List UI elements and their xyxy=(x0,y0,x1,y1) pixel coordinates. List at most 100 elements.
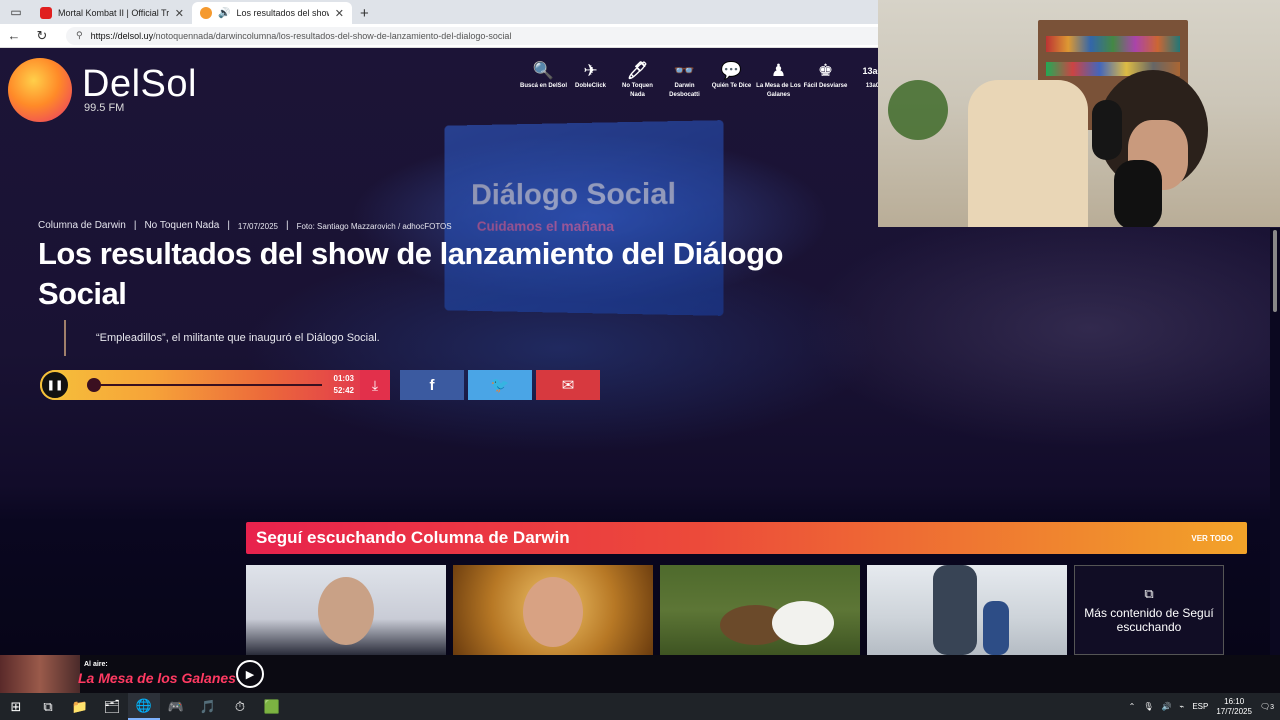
minecraft-icon[interactable]: 🟩 xyxy=(256,693,288,720)
tab-mortal-kombat[interactable]: Mortal Kombat II | Official Trailer ✕ xyxy=(32,2,192,24)
notifications-icon[interactable]: 🗨3 xyxy=(1260,702,1274,711)
meta-separator: | xyxy=(133,220,137,231)
top-navigation: 🔍 Buscá en DelSol ✈ DobleClick 🖊 No Toquen … xyxy=(520,60,896,100)
article-title: Los resultados del show de lanzamiento d… xyxy=(38,236,783,311)
external-link-icon: ⧉ xyxy=(1144,586,1154,601)
files-icon[interactable]: 🗂 xyxy=(96,693,128,720)
clock-date: 17/7/2025 xyxy=(1216,706,1252,716)
obs-icon[interactable]: ⏱ xyxy=(224,693,256,720)
mic-icon[interactable]: 🎙 xyxy=(1143,702,1153,711)
audio-icon[interactable]: 🔊 xyxy=(218,8,230,19)
reload-icon[interactable]: ↻ xyxy=(28,28,56,44)
nav-label: No Toquen Nada xyxy=(622,83,653,98)
youtube-icon xyxy=(40,7,52,19)
nav-quien-te-dice[interactable]: 💬 Quién Te Dice xyxy=(708,60,755,100)
meta-program[interactable]: No Toquen Nada xyxy=(144,220,219,233)
volume-icon[interactable]: 🔊 xyxy=(1162,702,1172,711)
gem-icon: ♚ xyxy=(817,61,834,80)
now-playing-label: Al aire: xyxy=(84,661,108,668)
tuxedo-icon: ♟ xyxy=(770,61,787,80)
notification-count: 3 xyxy=(1270,704,1274,711)
scrollbar-thumb[interactable] xyxy=(1273,230,1277,312)
elapsed-time: 01:03 xyxy=(333,374,354,383)
now-playing-title[interactable]: La Mesa de los Galanes xyxy=(78,670,236,686)
tab-title: Los resultados del show de l... xyxy=(236,8,328,18)
site-info-icon[interactable]: ⚲ xyxy=(76,30,83,41)
progress-knob[interactable] xyxy=(86,378,101,392)
download-button[interactable]: ⤓ xyxy=(360,370,390,400)
more-content-card[interactable]: ⧉ Más contenido de Seguí escuchando xyxy=(1074,565,1224,655)
nav-darwin-desbocatti[interactable]: 👓 Darwin Desbocatti xyxy=(661,60,708,100)
task-view-icon[interactable]: ⧉ xyxy=(32,693,64,720)
twitter-share-button[interactable]: 🐦 xyxy=(468,370,532,400)
nav-search[interactable]: 🔍 Buscá en DelSol xyxy=(520,60,567,100)
site-logo[interactable]: DelSol 99.5 FM xyxy=(8,58,197,122)
tab-title: Mortal Kombat II | Official Trailer xyxy=(58,8,169,18)
article-meta: Columna de Darwin | No Toquen Nada | 17/… xyxy=(38,220,452,233)
nav-la-mesa[interactable]: ♟ La Mesa de Los Galanes xyxy=(755,60,802,100)
back-icon[interactable]: ← xyxy=(0,28,28,43)
hero-screen-subtext: Cuidamos el mañana xyxy=(476,218,615,235)
paper-plane-icon: ✈ xyxy=(583,61,598,80)
total-time: 52:42 xyxy=(333,386,354,395)
logo-name: DelSol xyxy=(82,63,197,105)
nav-label: DobleClick xyxy=(574,83,606,89)
meta-separator: | xyxy=(227,220,230,231)
nav-dobleclick[interactable]: ✈ DobleClick xyxy=(567,60,614,100)
card-image xyxy=(772,601,834,645)
nav-label: Fácil Desviarse xyxy=(803,83,848,89)
new-tab-button[interactable]: + xyxy=(352,2,377,24)
discord-icon[interactable]: 🎮 xyxy=(160,693,192,720)
system-tray: ⌃ 🎙 🔊 ⌁ ESP 16:10 17/7/2025 🗨3 xyxy=(1129,693,1280,720)
card-image xyxy=(523,577,583,647)
chair xyxy=(968,80,1088,227)
see-all-link[interactable]: VER TODO xyxy=(1191,534,1233,543)
related-card[interactable] xyxy=(246,565,446,655)
edge-browser-icon[interactable]: 🌐 xyxy=(128,693,160,720)
live-play-button[interactable]: ▶ xyxy=(236,660,264,688)
close-icon[interactable]: ✕ xyxy=(175,7,184,20)
nav-label: Darwin Desbocatti xyxy=(669,83,700,98)
spotify-icon[interactable]: 🎵 xyxy=(192,693,224,720)
tab-delsol[interactable]: 🔊 Los resultados del show de l... ✕ xyxy=(192,2,352,24)
progress-bar[interactable]: ❚❚ 01:03 52:42 xyxy=(40,370,360,400)
tab-actions-icon[interactable]: ▭ xyxy=(0,0,32,24)
nav-no-toquen-nada[interactable]: 🖊 No Toquen Nada xyxy=(614,60,661,100)
related-heading: Seguí escuchando Columna de Darwin xyxy=(256,528,570,547)
facebook-share-button[interactable]: f xyxy=(400,370,464,400)
card-image xyxy=(933,565,977,655)
close-icon[interactable]: ✕ xyxy=(335,7,344,20)
windows-start-icon[interactable]: ⊞ xyxy=(0,693,32,720)
network-icon[interactable]: ⌁ xyxy=(1180,702,1185,711)
nav-label: La Mesa de Los Galanes xyxy=(756,83,801,98)
meta-section[interactable]: Columna de Darwin xyxy=(38,220,126,233)
pen-icon: 🖊 xyxy=(626,61,649,80)
card-image xyxy=(318,577,374,645)
meta-separator: | xyxy=(285,220,289,231)
clock[interactable]: 16:10 17/7/2025 xyxy=(1216,697,1252,717)
meta-date: 17/07/2025 xyxy=(237,222,278,231)
language-indicator[interactable]: ESP xyxy=(1192,702,1208,711)
search-icon: 🔍 xyxy=(532,61,555,80)
url-host: https://delsol.uy xyxy=(90,30,154,41)
url-path: /notoquennada/darwincolumna/los-resultad… xyxy=(153,30,512,41)
related-card[interactable] xyxy=(660,565,860,655)
related-cards: ⧉ Más contenido de Seguí escuchando xyxy=(246,565,1224,655)
pause-button[interactable]: ❚❚ xyxy=(40,370,70,400)
card-image xyxy=(983,601,1009,655)
related-card[interactable] xyxy=(867,565,1067,655)
meta-photo-credit: Foto: Santiago Mazzarovich / adhocFOTOS xyxy=(296,222,452,231)
related-card[interactable] xyxy=(453,565,653,655)
scrollbar[interactable] xyxy=(1270,228,1280,655)
chevron-up-icon[interactable]: ⌃ xyxy=(1129,702,1136,711)
sun-logo-icon xyxy=(8,58,72,122)
related-section-header: Seguí escuchando Columna de Darwin VER T… xyxy=(246,522,1247,554)
nav-facil-desviarse[interactable]: ♚ Fácil Desviarse xyxy=(802,60,849,100)
file-explorer-icon[interactable]: 📁 xyxy=(64,693,96,720)
webcam-overlay xyxy=(878,0,1280,227)
windows-taskbar: ⊞ ⧉ 📁 🗂 🌐 🎮 🎵 ⏱ 🟩 ⌃ 🎙 🔊 ⌁ ESP 16:10 17/7… xyxy=(0,693,1280,720)
now-playing-bar: Al aire: La Mesa de los Galanes ▶ xyxy=(0,655,1280,693)
mail-share-button[interactable]: ✉ xyxy=(536,370,600,400)
chat-icon: 💬 xyxy=(720,61,743,80)
microphone xyxy=(1114,160,1162,227)
